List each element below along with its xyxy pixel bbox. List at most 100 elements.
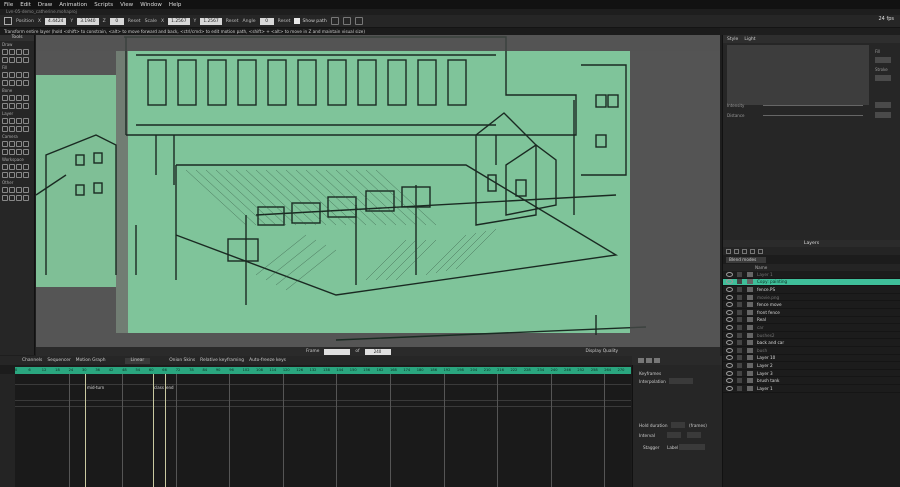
tool-icon[interactable] — [16, 164, 22, 170]
eye-icon[interactable] — [726, 332, 733, 338]
tool-icon[interactable] — [2, 195, 8, 201]
lock-icon[interactable] — [737, 286, 742, 292]
eye-icon[interactable] — [726, 355, 733, 361]
stagger-checkbox[interactable]: Stagger — [643, 445, 659, 450]
position-x-field[interactable]: 4.4424 — [45, 17, 67, 25]
tool-icon[interactable] — [2, 172, 8, 178]
menu-item[interactable]: Animation — [59, 2, 87, 8]
tool-icon[interactable] — [9, 164, 15, 170]
menu-item[interactable]: Window — [140, 2, 162, 8]
tool-icon[interactable] — [2, 164, 8, 170]
folder-icon[interactable] — [734, 248, 739, 254]
eye-icon[interactable] — [726, 309, 733, 315]
tool-icon[interactable] — [23, 80, 29, 86]
layer-row[interactable]: Layer 3 — [723, 370, 900, 378]
onion-skins-button[interactable]: Onion Skins — [169, 358, 195, 363]
tool-icon[interactable] — [23, 103, 29, 109]
auto-freeze-keys-button[interactable]: Auto-freeze keys — [249, 358, 286, 363]
show-path-checkbox[interactable]: Show path — [294, 18, 327, 24]
stroke-swatch[interactable] — [875, 75, 891, 81]
eye-icon[interactable] — [726, 324, 733, 330]
tool-icon[interactable] — [9, 118, 15, 124]
zoom-in-icon[interactable] — [646, 358, 652, 363]
lock-icon[interactable] — [737, 279, 742, 285]
interval-field-2[interactable] — [687, 432, 701, 438]
tool-icon[interactable] — [9, 80, 15, 86]
tab-channels[interactable]: Channels — [22, 358, 42, 363]
angle-field[interactable]: 0 — [259, 17, 274, 25]
tool-icon[interactable] — [16, 118, 22, 124]
scale-y-field[interactable]: 1.2567 — [200, 17, 222, 25]
tool-icon[interactable] — [9, 95, 15, 101]
scale-x-field[interactable]: 1.2567 — [168, 17, 190, 25]
tool-icon[interactable] — [2, 95, 8, 101]
layer-row[interactable]: Layer 1 — [723, 271, 900, 279]
delete-icon[interactable] — [750, 248, 755, 254]
tool-icon[interactable] — [2, 57, 8, 63]
layer-row[interactable]: back and car — [723, 339, 900, 347]
tool-icon[interactable] — [16, 80, 22, 86]
reset-position-button[interactable]: Reset — [128, 19, 141, 24]
interpolation-select[interactable]: Linear — [124, 357, 151, 364]
tool-icon[interactable] — [16, 141, 22, 147]
tab-sequencer[interactable]: Sequencer — [47, 358, 70, 363]
lock-icon[interactable] — [737, 355, 742, 361]
tool-icon[interactable] — [16, 149, 22, 155]
blend-mode-select[interactable]: Blend modes — [726, 256, 766, 263]
tool-icon[interactable] — [9, 187, 15, 193]
tool-icon[interactable] — [16, 72, 22, 78]
layer-row[interactable]: Layer 10 — [723, 355, 900, 363]
flip-horizontal-icon[interactable] — [330, 17, 339, 25]
eye-icon[interactable] — [726, 271, 733, 277]
eye-icon[interactable] — [726, 370, 733, 376]
menu-item[interactable]: File — [4, 2, 13, 8]
tool-icon[interactable] — [16, 187, 22, 193]
tool-icon[interactable] — [9, 195, 15, 201]
layer-row[interactable]: fence move — [723, 301, 900, 309]
eye-icon[interactable] — [726, 385, 733, 391]
relative-keyframing-button[interactable]: Relative keyframing — [200, 358, 244, 363]
tool-icon[interactable] — [16, 95, 22, 101]
tool-icon[interactable] — [16, 49, 22, 55]
tool-icon[interactable] — [23, 195, 29, 201]
tool-icon[interactable] — [16, 195, 22, 201]
distance-field[interactable] — [875, 112, 891, 118]
label-select[interactable] — [679, 444, 705, 450]
lock-icon[interactable] — [737, 309, 742, 315]
new-layer-icon[interactable] — [726, 248, 731, 254]
lock-icon[interactable] — [737, 271, 742, 277]
menu-item[interactable]: Help — [169, 2, 182, 8]
tool-icon[interactable] — [9, 72, 15, 78]
fit-icon[interactable] — [654, 358, 660, 363]
frame-field[interactable] — [324, 348, 351, 355]
tool-icon[interactable] — [23, 72, 29, 78]
tab-motion-graph[interactable]: Motion Graph — [76, 358, 106, 363]
tool-icon[interactable] — [2, 149, 8, 155]
layer-row[interactable]: brush tank — [723, 377, 900, 385]
eye-icon[interactable] — [726, 362, 733, 368]
tool-icon[interactable] — [9, 49, 15, 55]
tool-icon[interactable] — [2, 103, 8, 109]
lock-icon[interactable] — [737, 378, 742, 384]
intensity-field[interactable] — [875, 102, 891, 108]
tool-icon[interactable] — [9, 149, 15, 155]
tool-icon[interactable] — [9, 141, 15, 147]
lock-icon[interactable] — [737, 332, 742, 338]
tool-icon[interactable] — [2, 118, 8, 124]
eye-icon[interactable] — [726, 340, 733, 346]
eye-icon[interactable] — [726, 294, 733, 300]
tool-icon[interactable] — [23, 49, 29, 55]
tool-icon[interactable] — [23, 95, 29, 101]
tool-icon[interactable] — [16, 126, 22, 132]
tool-icon[interactable] — [9, 172, 15, 178]
eye-icon[interactable] — [726, 302, 733, 308]
end-frame-field[interactable]: 240 — [364, 348, 391, 355]
eye-icon[interactable] — [726, 378, 733, 384]
layer-row[interactable]: fence.PS — [723, 286, 900, 294]
reset-angle-button[interactable]: Reset — [278, 19, 291, 24]
layer-row[interactable]: bushes2 — [723, 332, 900, 340]
tool-icon[interactable] — [9, 126, 15, 132]
zoom-out-icon[interactable] — [638, 358, 644, 363]
menu-item[interactable]: Edit — [20, 2, 31, 8]
layer-row[interactable]: car — [723, 324, 900, 332]
